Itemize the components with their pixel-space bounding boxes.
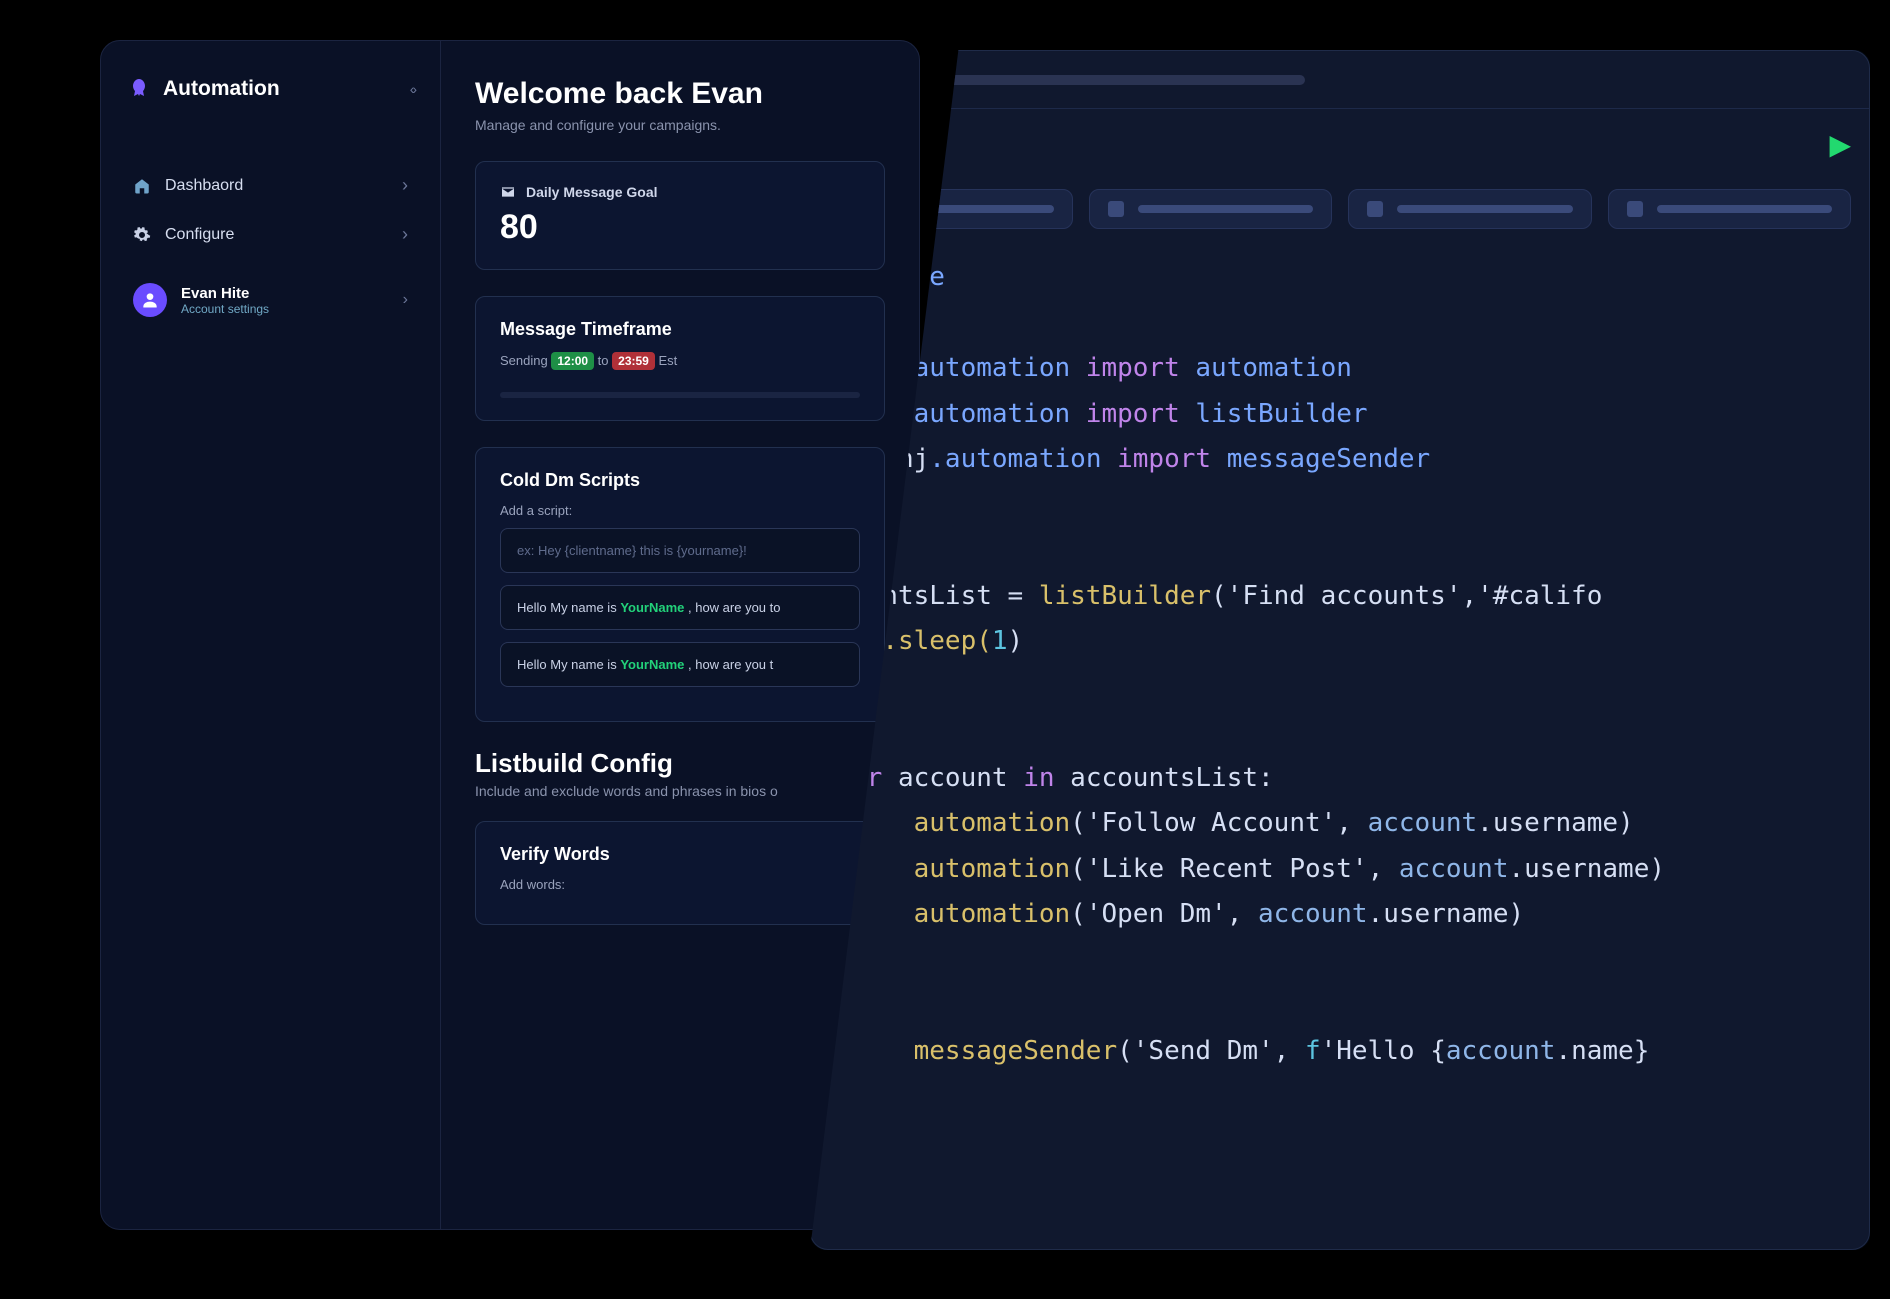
script-item[interactable]: Hello My name is YourName , how are you …	[500, 585, 860, 630]
rocket-icon	[127, 77, 151, 101]
editor-tab[interactable]	[1089, 189, 1333, 229]
script-item[interactable]: Hello My name is YourName , how are you …	[500, 642, 860, 687]
scripts-card: Cold Dm Scripts Add a script: Hello My n…	[475, 447, 885, 722]
sidebar: Automation ‹ › Dashbaord › Configure ›	[101, 41, 441, 1229]
script-pre: Hello My name is	[517, 600, 620, 615]
range-track[interactable]	[500, 392, 860, 398]
script-pre: Hello My name is	[517, 657, 620, 672]
editor-toolbar: ▶	[811, 109, 1869, 179]
dashboard-window: Automation ‹ › Dashbaord › Configure ›	[100, 40, 920, 1230]
script-input[interactable]	[500, 528, 860, 573]
chevron-right-icon: ›	[402, 175, 408, 196]
tf-tz: Est	[658, 353, 677, 368]
page-title: Welcome back Evan	[475, 77, 885, 111]
nav-label: Dashbaord	[165, 177, 243, 195]
brand: Automation ‹ ›	[127, 77, 414, 101]
avatar	[133, 283, 167, 317]
tab-bar	[811, 179, 1869, 245]
collapse-icon[interactable]: ‹ ›	[410, 81, 414, 97]
goal-value: 80	[500, 208, 860, 247]
nav-label: Configure	[165, 226, 234, 244]
account-name: Evan Hite	[181, 285, 269, 302]
start-time-chip[interactable]: 12:00	[551, 352, 594, 370]
add-words-label: Add words:	[500, 877, 860, 892]
tf-to: to	[598, 353, 609, 368]
card-title: Cold Dm Scripts	[500, 470, 860, 491]
section-title: Listbuild Config	[475, 748, 885, 779]
script-post: , how are you to	[684, 600, 780, 615]
yourname-badge: YourName	[620, 600, 684, 615]
timeframe-line: Sending 12:00 to 23:59 Est	[500, 352, 860, 370]
title-skeleton	[885, 75, 1305, 85]
brand-name: Automation	[163, 77, 280, 101]
add-script-label: Add a script:	[500, 503, 860, 518]
timeframe-card: Message Timeframe Sending 12:00 to 23:59…	[475, 296, 885, 421]
chevron-right-icon: ›	[402, 224, 408, 245]
page-subtitle: Manage and configure your campaigns.	[475, 117, 885, 133]
card-title: Verify Words	[500, 844, 860, 865]
code-editor[interactable]: t time enj.automation import automation …	[811, 245, 1869, 1104]
envelope-icon	[500, 184, 516, 200]
sidebar-item-dashboard[interactable]: Dashbaord ›	[127, 161, 414, 210]
account-sub: Account settings	[181, 302, 269, 316]
tf-prefix: Sending	[500, 353, 548, 368]
goal-label: Daily Message Goal	[526, 184, 658, 200]
code-window: ▶ t time enj.automation import automatio…	[810, 50, 1870, 1250]
end-time-chip[interactable]: 23:59	[612, 352, 655, 370]
editor-tab[interactable]	[1348, 189, 1592, 229]
editor-titlebar	[811, 51, 1869, 109]
verify-card: Verify Words Add words:	[475, 821, 885, 925]
home-icon	[133, 177, 151, 195]
chevron-right-icon: ›	[403, 291, 408, 309]
editor-tab[interactable]	[1608, 189, 1852, 229]
account-text: Evan Hite Account settings	[181, 285, 269, 316]
script-post: , how are you t	[684, 657, 773, 672]
section-subtitle: Include and exclude words and phrases in…	[475, 783, 885, 799]
sidebar-item-configure[interactable]: Configure ›	[127, 210, 414, 259]
gear-icon	[133, 226, 151, 244]
play-icon[interactable]: ▶	[1829, 128, 1851, 161]
card-title: Message Timeframe	[500, 319, 860, 340]
yourname-badge: YourName	[620, 657, 684, 672]
goal-card: Daily Message Goal 80	[475, 161, 885, 270]
account-button[interactable]: Evan Hite Account settings ›	[127, 267, 414, 333]
